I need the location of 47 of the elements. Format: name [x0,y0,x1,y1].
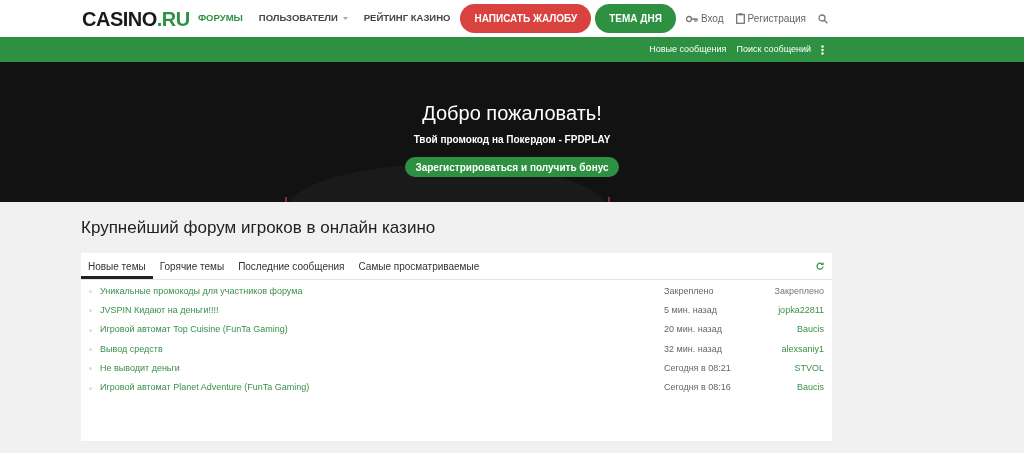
bullet-icon [89,348,92,352]
clipboard-icon [735,13,745,24]
page-title: Крупнейший форум игроков в онлайн казино [81,217,437,239]
thread-link[interactable]: Игровой автомат Top Cuisine (FunTa Gaming) [100,323,664,337]
author-link[interactable]: Baucis [764,323,824,337]
thread-link[interactable]: Не выводит деньги [100,362,664,376]
bullet-icon [89,367,92,371]
thread-time: 32 мин. назад [664,342,723,356]
logo[interactable]: CASINO.RU [82,3,198,34]
topic-button[interactable]: ТЕМА ДНЯ [595,4,676,33]
refresh-icon[interactable] [816,262,824,270]
tab[interactable]: Последние сообщения [231,253,352,279]
key-icon [685,14,698,23]
promo-text: Твой промокод на Покердом - FPDPLAY [413,133,611,147]
nav-link[interactable]: РЕЙТИНГ КАЗИНО [363,11,451,26]
author-link[interactable]: jopka22811 [764,304,824,318]
subnav-link[interactable]: Новые сообщения [649,42,727,57]
tab[interactable]: Самые просматриваемые [351,253,487,279]
more-icon[interactable] [821,44,824,55]
author-link[interactable]: STVOL [764,362,824,376]
tab[interactable]: Новые темы [81,253,153,279]
complaint-button[interactable]: НАПИСАТЬ ЖАЛОБУ [460,4,592,33]
thread-time: Сегодня в 08:16 [664,381,732,395]
login-link[interactable]: Вход [700,11,724,26]
thread-time: Сегодня в 08:21 [664,362,732,376]
nav-link[interactable]: ПОЛЬЗОВАТЕЛИ [258,11,348,26]
subnav-link[interactable]: Поиск сообщений [736,42,811,57]
author-link[interactable]: alexsaniy1 [764,342,824,357]
nav-link[interactable]: ФОРУМЫ [198,11,243,26]
register-link[interactable]: Регистрация [747,11,806,26]
thread-time: Закреплено [664,284,715,298]
register-bonus-button[interactable]: Зарегистрироваться и получить бонус [405,157,619,177]
author-link[interactable]: Baucis [764,381,824,395]
bullet-icon [89,386,92,390]
thread-link[interactable]: JVSPIN Кидают на деньги!!!! [100,304,664,318]
hero-title: Добро пожаловать! [422,101,602,126]
thread-link[interactable]: Вывод средств [100,342,664,357]
thread-time: 5 мин. назад [664,304,718,318]
search-icon[interactable] [818,13,828,24]
pinned-label: Закреплено [773,284,824,298]
bullet-icon [89,309,92,313]
bullet-icon [89,328,92,332]
tab[interactable]: Горячие темы [152,253,232,279]
bullet-icon [89,290,92,294]
thread-link[interactable]: Уникальные промокоды для участников форума [100,284,664,299]
thread-time: 20 мин. назад [664,323,723,337]
thread-link[interactable]: Игровой автомат Planet Adventure (FunTa Gaming) [100,381,664,395]
